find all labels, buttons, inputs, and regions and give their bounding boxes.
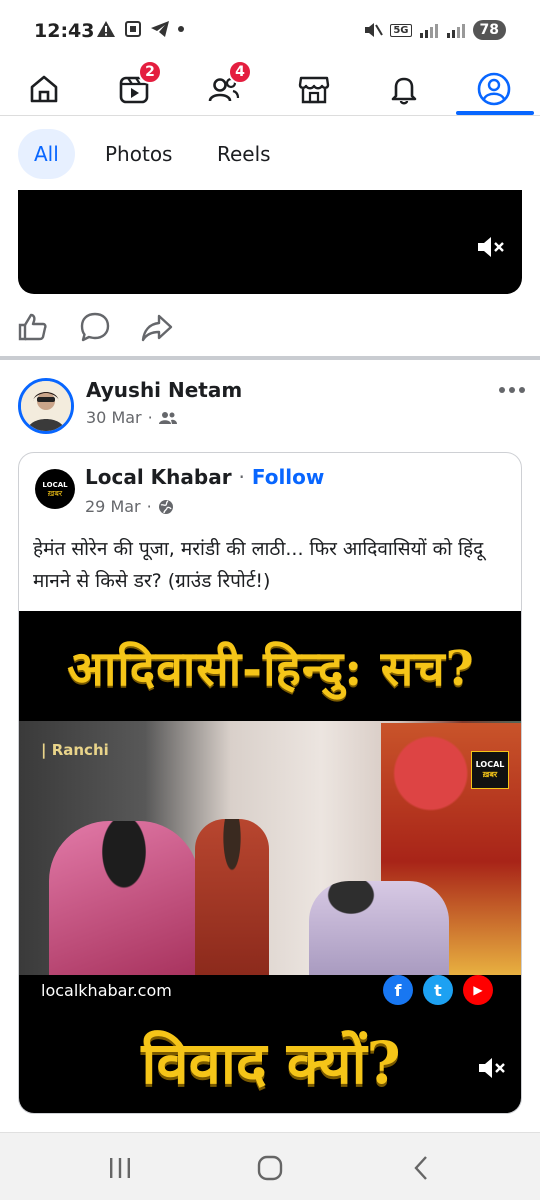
like-button[interactable] (16, 310, 50, 344)
back-button[interactable] (402, 1151, 442, 1185)
status-system-icons: 5G 78 (363, 20, 506, 40)
shared-post-date[interactable]: 29 Mar (85, 497, 141, 516)
thumbnail-logo-bottom: ख़बर (482, 770, 498, 779)
shared-post-meta: 29 Mar · (85, 497, 174, 516)
shared-page-header: Local Khabar · Follow (85, 465, 324, 489)
photo-person-middle (195, 819, 269, 975)
tab-video[interactable]: 2 (104, 60, 164, 116)
shared-post-card[interactable]: LOCAL ख़बर Local Khabar · Follow 29 Mar … (18, 452, 522, 1114)
previous-post-video[interactable] (18, 190, 522, 294)
more-dot (519, 387, 525, 393)
filter-tab-all[interactable]: All (18, 129, 75, 179)
share-button[interactable] (140, 310, 174, 344)
recent-apps-button[interactable] (100, 1151, 140, 1185)
shared-video-thumbnail[interactable]: आदिवासी-हिन्दु: सच? | Ranchi LOCAL ख़बर … (19, 611, 521, 1113)
thumbnail-logo-top: LOCAL (475, 760, 505, 769)
more-dot (499, 387, 505, 393)
like-icon (18, 313, 47, 341)
globe-icon (158, 499, 173, 514)
previous-post-actions (0, 304, 540, 350)
screen: { "status_bar": { "time": "12:43", "netw… (0, 0, 540, 1200)
muted-speaker-icon (478, 237, 504, 257)
thumbnail-headline-top: आदिवासी-हिन्दु: सच? (67, 641, 475, 697)
youtube-icon: ▶ (463, 975, 493, 1005)
avatar-image (21, 381, 71, 431)
filter-tabs: All Photos Reels (0, 117, 540, 191)
post-separator (0, 356, 540, 360)
back-icon (414, 1156, 427, 1180)
follow-separator: · (238, 465, 245, 489)
home-icon (30, 75, 58, 103)
more-notifications-dot (178, 26, 184, 32)
video-mute-button[interactable] (475, 1051, 509, 1085)
follow-button[interactable]: Follow (252, 465, 325, 489)
mute-icon (365, 23, 384, 37)
post-date[interactable]: 30 Mar (86, 408, 142, 427)
shared-post-text: हेमंत सोरेन की पूजा, मरांडी की लाठी... फ… (33, 538, 484, 592)
shared-meta-separator: · (146, 497, 152, 516)
system-navigation-bar (0, 1132, 540, 1200)
thumbnail-site-label: localkhabar.com (41, 981, 172, 1000)
more-dot (509, 387, 515, 393)
status-notification-icons (96, 20, 184, 38)
photo-person-left (49, 821, 199, 975)
post-meta: 30 Mar · (86, 408, 177, 427)
bell-icon (391, 77, 417, 105)
thumbnail-social-icons: f t ▶ (383, 975, 493, 1005)
comment-icon (80, 312, 110, 342)
active-tab-indicator (456, 111, 534, 115)
page-logo-text-bottom: ख़बर (47, 488, 63, 498)
share-icon (141, 314, 173, 342)
home-button-icon (257, 1155, 283, 1181)
status-time: 12:43 (34, 20, 95, 42)
video-badge: 2 (138, 60, 162, 84)
shared-page-name[interactable]: Local Khabar (85, 465, 232, 489)
tab-marketplace[interactable] (284, 62, 344, 116)
meta-separator: · (147, 408, 153, 427)
recent-apps-icon (110, 1158, 130, 1178)
mute-button[interactable] (474, 230, 508, 264)
profile-icon (477, 72, 511, 106)
twitter-icon: t (423, 975, 453, 1005)
comment-button[interactable] (78, 310, 112, 344)
battery-indicator: 78 (472, 20, 506, 40)
marketplace-icon (298, 76, 330, 104)
warning-icon (97, 21, 115, 37)
telegram-icon (151, 21, 169, 37)
top-nav: 2 4 (0, 60, 540, 116)
post-author-name[interactable]: Ayushi Netam (86, 378, 242, 402)
facebook-icon: f (383, 975, 413, 1005)
page-logo-text-top: LOCAL (42, 480, 68, 489)
muted-speaker-icon (479, 1058, 505, 1078)
thumbnail-channel-logo: LOCAL ख़बर (471, 751, 509, 789)
post-options-button[interactable] (494, 378, 530, 402)
status-bar: 12:43 5G 78 (0, 0, 540, 62)
tab-home[interactable] (14, 62, 74, 116)
tab-notifications[interactable] (374, 62, 434, 116)
photo-person-kneeling (309, 881, 449, 975)
thumbnail-headline-bottom: विवाद क्यों? (141, 1029, 401, 1097)
thumbnail-location-tag: | Ranchi (41, 741, 109, 759)
home-button[interactable] (250, 1151, 290, 1185)
page-logo[interactable]: LOCAL ख़बर (35, 469, 75, 509)
filter-tab-reels[interactable]: Reels (201, 129, 287, 179)
screenshot-icon (125, 21, 141, 37)
friends-badge: 4 (228, 60, 252, 84)
avatar[interactable] (18, 378, 74, 434)
signal-icon-2 (446, 24, 465, 38)
tab-profile[interactable] (464, 62, 524, 116)
network-type: 5G (390, 23, 412, 37)
friends-audience-icon (158, 411, 177, 424)
filter-tab-photos[interactable]: Photos (89, 129, 188, 179)
tab-friends[interactable]: 4 (194, 60, 254, 116)
signal-icon (419, 24, 438, 38)
